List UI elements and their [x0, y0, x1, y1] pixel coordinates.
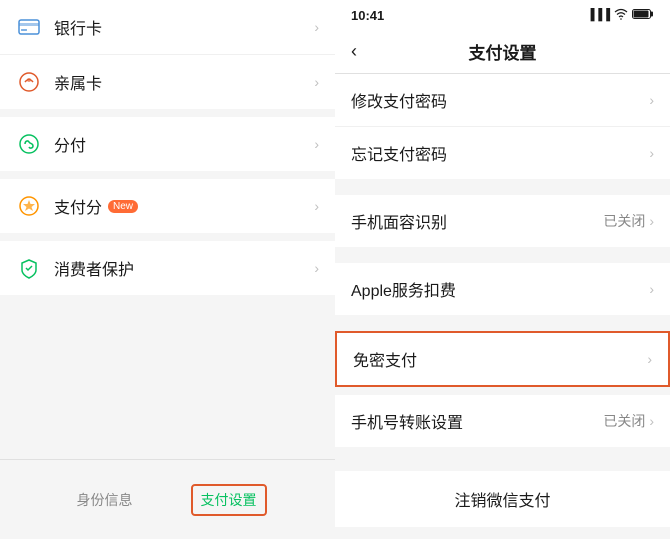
new-badge: New [108, 200, 138, 213]
bottom-tabs: 身份信息 支付设置 [0, 459, 335, 539]
zhifufen-label: 支付分 New [54, 194, 314, 218]
family-card-icon [16, 69, 42, 95]
settings-item-no-password-pay[interactable]: 免密支付 › [337, 333, 668, 385]
status-time: 10:41 [351, 8, 384, 23]
settings-item-phone-transfer[interactable]: 手机号转账设置 已关闭 › [335, 395, 670, 447]
apple-service-label: Apple服务扣费 [351, 277, 649, 301]
divider-5 [335, 455, 670, 463]
apple-service-chevron: › [649, 281, 654, 297]
battery-icon [632, 8, 654, 23]
bank-card-icon [16, 14, 42, 40]
menu-item-fenpay[interactable]: 分付 › [0, 117, 335, 171]
consumer-protection-chevron: › [314, 260, 319, 276]
face-id-chevron: › [649, 213, 654, 229]
zhifufen-chevron: › [314, 198, 319, 214]
menu-item-bank-card[interactable]: 银行卡 › [0, 0, 335, 55]
nav-header: ‹ 支付设置 [335, 30, 670, 74]
phone-transfer-chevron: › [649, 413, 654, 429]
tab-identity[interactable]: 身份信息 [69, 486, 141, 514]
settings-item-change-password[interactable]: 修改支付密码 › [335, 74, 670, 127]
phone-transfer-label: 手机号转账设置 [351, 409, 603, 433]
menu-section-4: 消费者保护 › [0, 241, 335, 295]
right-panel: 10:41 ▐▐▐ ‹ 支付设置 [335, 0, 670, 539]
signal-icon: ▐▐▐ [587, 9, 610, 21]
fenpay-icon [16, 131, 42, 157]
zhifufen-icon [16, 193, 42, 219]
left-panel: 银行卡 › 亲属卡 › 分付 › [0, 0, 335, 539]
forgot-password-chevron: › [649, 145, 654, 161]
settings-item-face-id[interactable]: 手机面容识别 已关闭 › [335, 195, 670, 247]
settings-item-forgot-password[interactable]: 忘记支付密码 › [335, 127, 670, 179]
family-card-chevron: › [314, 74, 319, 90]
nav-title: 支付设置 [469, 39, 537, 64]
menu-section-2: 分付 › [0, 117, 335, 171]
bank-card-chevron: › [314, 19, 319, 35]
divider-2 [335, 255, 670, 263]
divider-4 [335, 387, 670, 395]
settings-section-phone-transfer: 手机号转账设置 已关闭 › [335, 395, 670, 447]
fenpay-chevron: › [314, 136, 319, 152]
change-password-label: 修改支付密码 [351, 88, 649, 112]
fenpay-label: 分付 [54, 132, 314, 156]
tab-payment-settings[interactable]: 支付设置 [191, 484, 267, 516]
change-password-chevron: › [649, 92, 654, 108]
no-password-pay-label: 免密支付 [353, 347, 647, 371]
settings-section-nopwd: 免密支付 › [335, 331, 670, 387]
consumer-protection-label: 消费者保护 [54, 256, 314, 280]
back-button[interactable]: ‹ [351, 41, 357, 62]
cancel-wechat-pay-button[interactable]: 注销微信支付 [335, 471, 670, 527]
menu-section-3: 支付分 New › [0, 179, 335, 233]
family-card-label: 亲属卡 [54, 70, 314, 94]
menu-item-zhifufen[interactable]: 支付分 New › [0, 179, 335, 233]
menu-item-consumer-protection[interactable]: 消费者保护 › [0, 241, 335, 295]
forgot-password-label: 忘记支付密码 [351, 141, 649, 165]
no-password-pay-chevron: › [647, 351, 652, 367]
phone-transfer-value: 已关闭 [603, 411, 645, 431]
cancel-section: 注销微信支付 [335, 471, 670, 527]
settings-section-password: 修改支付密码 › 忘记支付密码 › [335, 74, 670, 179]
cancel-wechat-pay-label: 注销微信支付 [454, 487, 550, 511]
divider-3 [335, 323, 670, 331]
status-icons: ▐▐▐ [587, 8, 654, 23]
menu-section-1: 银行卡 › 亲属卡 › [0, 0, 335, 109]
bank-card-label: 银行卡 [54, 15, 314, 39]
settings-section-apple: Apple服务扣费 › [335, 263, 670, 315]
face-id-value: 已关闭 [603, 211, 645, 231]
settings-list: 修改支付密码 › 忘记支付密码 › 手机面容识别 已关闭 › Apple服务扣费… [335, 74, 670, 539]
consumer-protection-icon [16, 255, 42, 281]
wifi-icon [614, 8, 628, 23]
status-bar: 10:41 ▐▐▐ [335, 0, 670, 30]
face-id-label: 手机面容识别 [351, 209, 603, 233]
menu-item-family-card[interactable]: 亲属卡 › [0, 55, 335, 109]
settings-item-apple-service[interactable]: Apple服务扣费 › [335, 263, 670, 315]
settings-section-faceid: 手机面容识别 已关闭 › [335, 195, 670, 247]
divider-1 [335, 187, 670, 195]
